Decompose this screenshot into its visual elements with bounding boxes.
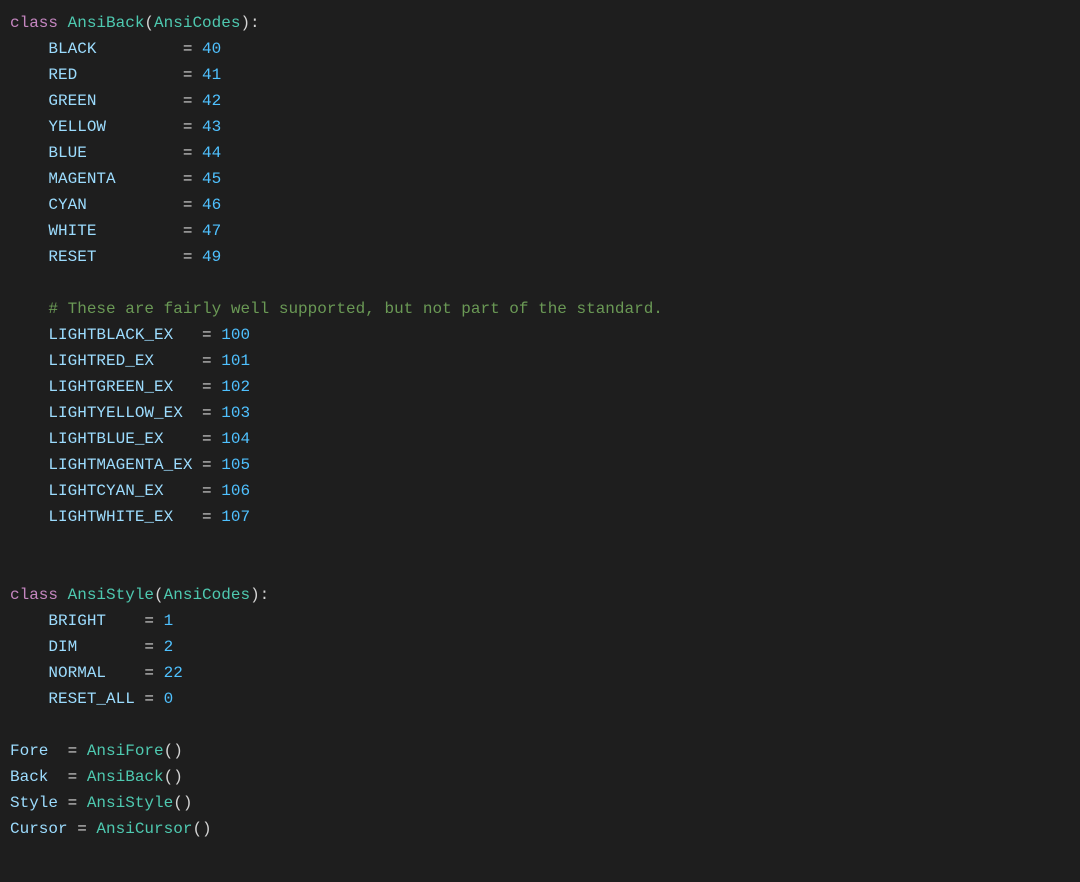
line-lightyellow: LIGHTYELLOW_EX = 103 bbox=[0, 400, 1080, 426]
val-yellow: 43 bbox=[202, 114, 221, 140]
attr-red: RED bbox=[10, 62, 183, 88]
line-lightwhite: LIGHTWHITE_EX = 107 bbox=[0, 504, 1080, 530]
line-lightcyan: LIGHTCYAN_EX = 106 bbox=[0, 478, 1080, 504]
line-back: Back = AnsiBack() bbox=[0, 764, 1080, 790]
line-reset: RESET = 49 bbox=[0, 244, 1080, 270]
line-lightblack: LIGHTBLACK_EX = 100 bbox=[0, 322, 1080, 348]
attr-magenta: MAGENTA bbox=[10, 166, 183, 192]
val-lightcyan: 106 bbox=[221, 478, 250, 504]
val-bright: 1 bbox=[164, 608, 174, 634]
parent-ansiback: AnsiCodes bbox=[154, 10, 240, 36]
empty-2 bbox=[0, 530, 1080, 556]
val-lightwhite: 107 bbox=[221, 504, 250, 530]
class-ansifor: AnsiFore bbox=[87, 738, 164, 764]
line-yellow: YELLOW = 43 bbox=[0, 114, 1080, 140]
keyword-class-2: class bbox=[10, 582, 68, 608]
line-cursor: Cursor = AnsiCursor() bbox=[0, 816, 1080, 842]
line-blue: BLUE = 44 bbox=[0, 140, 1080, 166]
var-fore: Fore bbox=[10, 738, 68, 764]
attr-cyan: CYAN bbox=[10, 192, 183, 218]
line-class-ansistyle: class AnsiStyle(AnsiCodes): bbox=[0, 582, 1080, 608]
keyword-class: class bbox=[10, 10, 68, 36]
attr-lightgreen: LIGHTGREEN_EX bbox=[10, 374, 202, 400]
attr-reset-all: RESET_ALL bbox=[10, 686, 144, 712]
attr-black: BLACK bbox=[10, 36, 183, 62]
attr-lightwhite: LIGHTWHITE_EX bbox=[10, 504, 202, 530]
line-style: Style = AnsiStyle() bbox=[0, 790, 1080, 816]
line-comment: # These are fairly well supported, but n… bbox=[0, 296, 1080, 322]
val-dim: 2 bbox=[164, 634, 174, 660]
line-red: RED = 41 bbox=[0, 62, 1080, 88]
var-cursor: Cursor bbox=[10, 816, 77, 842]
line-lightblue: LIGHTBLUE_EX = 104 bbox=[0, 426, 1080, 452]
var-back: Back bbox=[10, 764, 68, 790]
line-lightmagenta: LIGHTMAGENTA_EX = 105 bbox=[0, 452, 1080, 478]
line-dim: DIM = 2 bbox=[0, 634, 1080, 660]
line-magenta: MAGENTA = 45 bbox=[0, 166, 1080, 192]
class-ansiback: AnsiBack bbox=[87, 764, 164, 790]
val-red: 41 bbox=[202, 62, 221, 88]
attr-yellow: YELLOW bbox=[10, 114, 183, 140]
parent-ansistyle: AnsiCodes bbox=[164, 582, 250, 608]
attr-lightmagenta: LIGHTMAGENTA_EX bbox=[10, 452, 202, 478]
attr-white: WHITE bbox=[10, 218, 183, 244]
line-black: BLACK = 40 bbox=[0, 36, 1080, 62]
line-reset-all: RESET_ALL = 0 bbox=[0, 686, 1080, 712]
val-white: 47 bbox=[202, 218, 221, 244]
line-class-ansiback: class AnsiBack(AnsiCodes): bbox=[0, 10, 1080, 36]
val-lightgreen: 102 bbox=[221, 374, 250, 400]
val-green: 42 bbox=[202, 88, 221, 114]
val-reset: 49 bbox=[202, 244, 221, 270]
attr-blue: BLUE bbox=[10, 140, 183, 166]
attr-lightblack: LIGHTBLACK_EX bbox=[10, 322, 202, 348]
attr-reset: RESET bbox=[10, 244, 183, 270]
line-green: GREEN = 42 bbox=[0, 88, 1080, 114]
empty-3 bbox=[0, 556, 1080, 582]
val-normal: 22 bbox=[164, 660, 183, 686]
classname-ansiback: AnsiBack bbox=[68, 10, 145, 36]
line-lightred: LIGHTRED_EX = 101 bbox=[0, 348, 1080, 374]
empty-1 bbox=[0, 270, 1080, 296]
val-magenta: 45 bbox=[202, 166, 221, 192]
val-lightred: 101 bbox=[221, 348, 250, 374]
val-cyan: 46 bbox=[202, 192, 221, 218]
attr-lightblue: LIGHTBLUE_EX bbox=[10, 426, 202, 452]
attr-bright: BRIGHT bbox=[10, 608, 144, 634]
classname-ansistyle: AnsiStyle bbox=[68, 582, 154, 608]
val-lightblue: 104 bbox=[221, 426, 250, 452]
val-blue: 44 bbox=[202, 140, 221, 166]
val-reset-all: 0 bbox=[164, 686, 174, 712]
line-lightgreen: LIGHTGREEN_EX = 102 bbox=[0, 374, 1080, 400]
val-lightyellow: 103 bbox=[221, 400, 250, 426]
val-black: 40 bbox=[202, 36, 221, 62]
attr-dim: DIM bbox=[10, 634, 144, 660]
line-white: WHITE = 47 bbox=[0, 218, 1080, 244]
attr-lightred: LIGHTRED_EX bbox=[10, 348, 202, 374]
class-ansistyle: AnsiStyle bbox=[87, 790, 173, 816]
class-ansicursor: AnsiCursor bbox=[96, 816, 192, 842]
val-lightmagenta: 105 bbox=[221, 452, 250, 478]
var-style: Style bbox=[10, 790, 68, 816]
line-cyan: CYAN = 46 bbox=[0, 192, 1080, 218]
empty-4 bbox=[0, 712, 1080, 738]
attr-lightcyan: LIGHTCYAN_EX bbox=[10, 478, 202, 504]
line-normal: NORMAL = 22 bbox=[0, 660, 1080, 686]
attr-lightyellow: LIGHTYELLOW_EX bbox=[10, 400, 202, 426]
line-bright: BRIGHT = 1 bbox=[0, 608, 1080, 634]
val-lightblack: 100 bbox=[221, 322, 250, 348]
attr-green: GREEN bbox=[10, 88, 183, 114]
code-editor: class AnsiBack(AnsiCodes): BLACK = 40 RE… bbox=[0, 0, 1080, 882]
line-fore: Fore = AnsiFore() bbox=[0, 738, 1080, 764]
comment-text: # These are fairly well supported, but n… bbox=[10, 296, 663, 322]
attr-normal: NORMAL bbox=[10, 660, 144, 686]
